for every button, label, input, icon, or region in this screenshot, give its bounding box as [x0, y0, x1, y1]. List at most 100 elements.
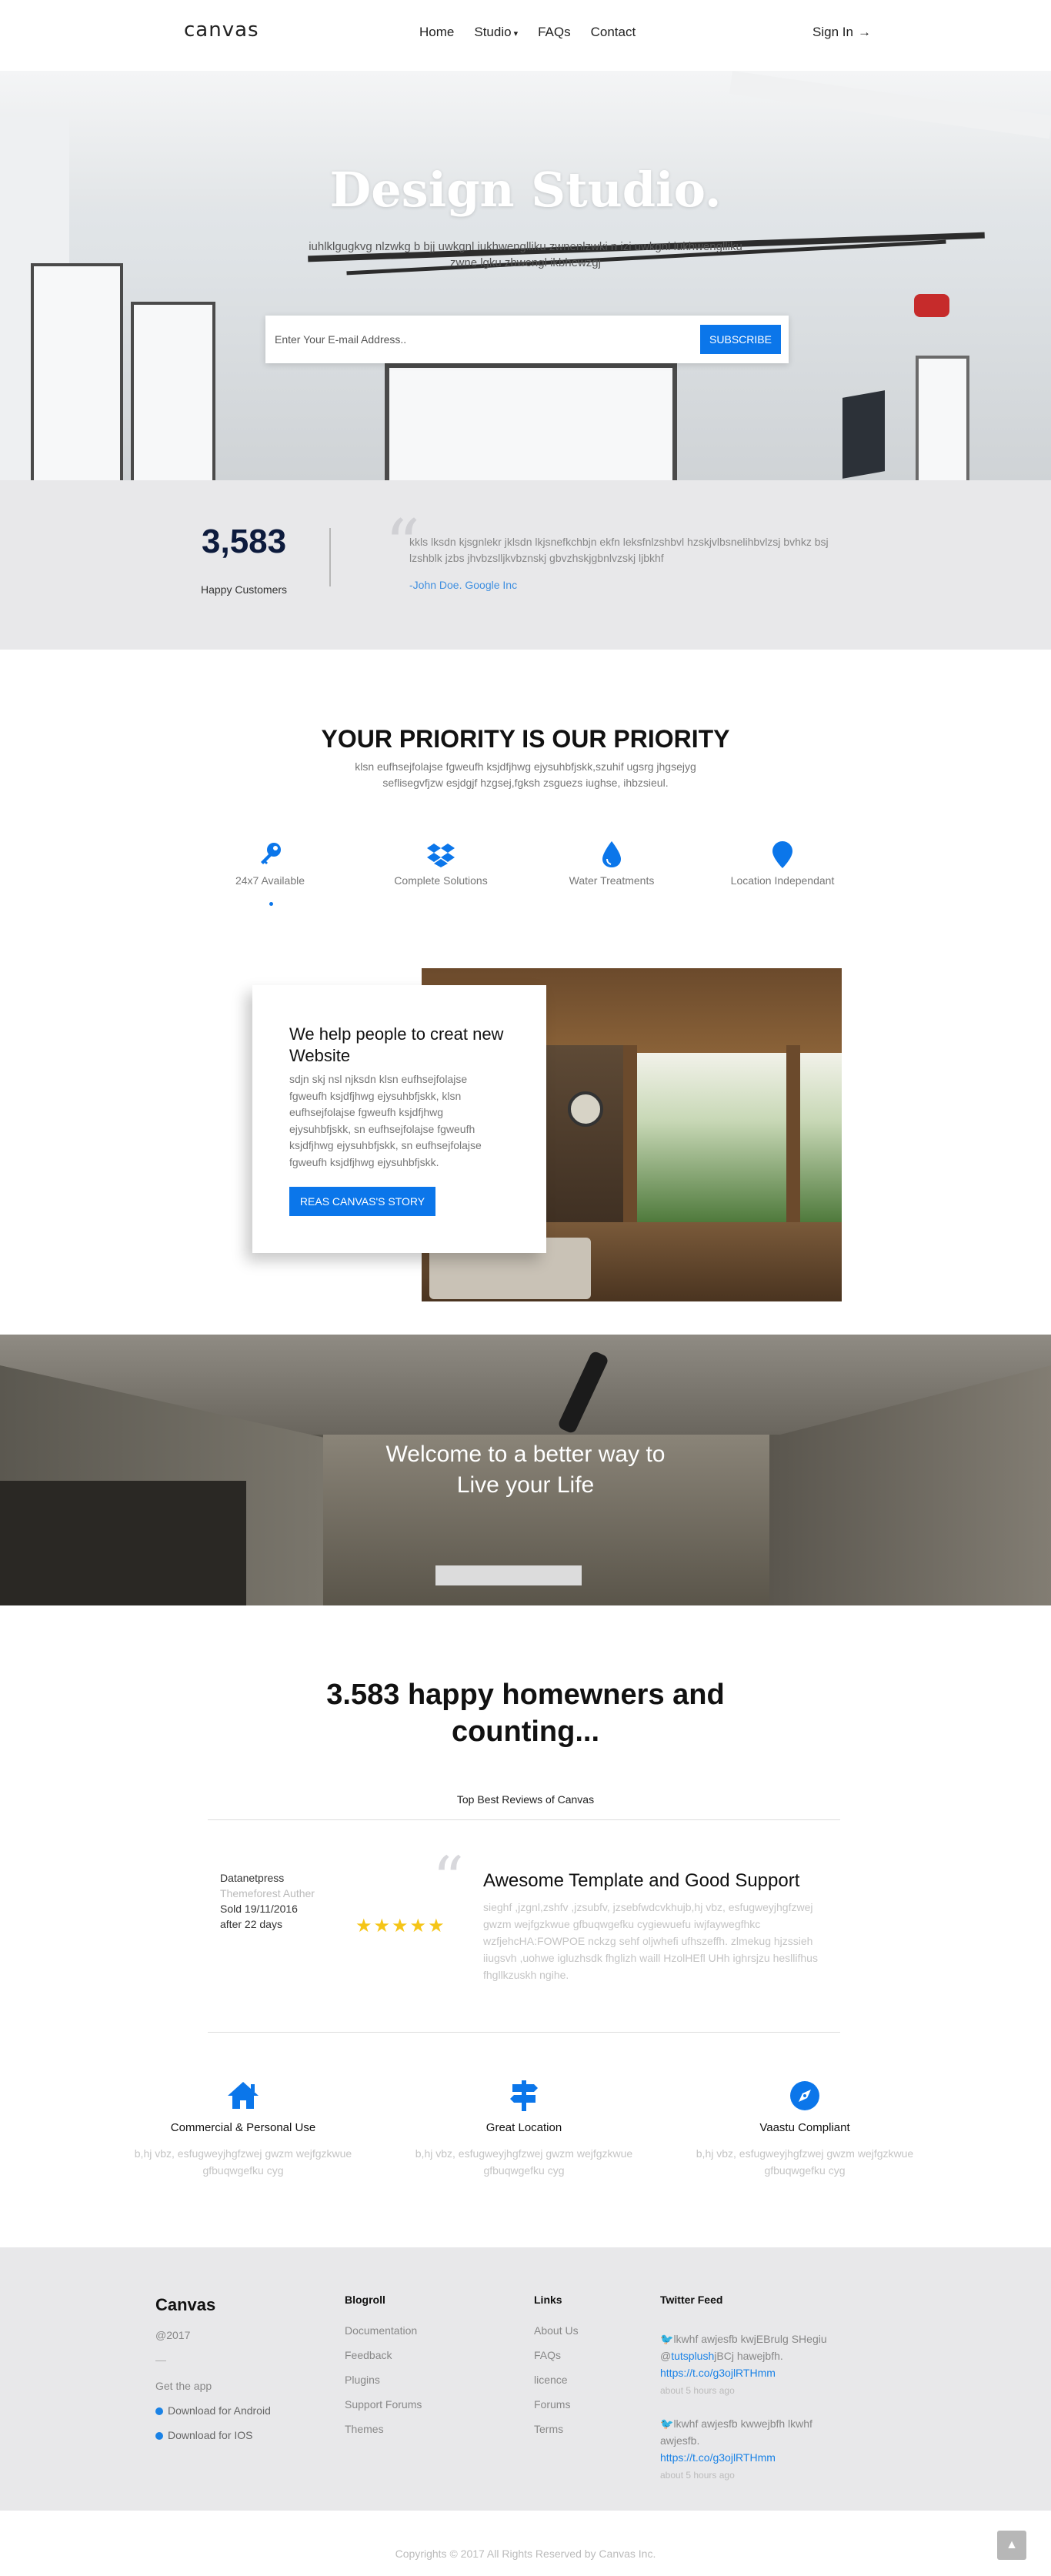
footer-year: @2017 — [155, 2329, 191, 2341]
feature-location-independant[interactable]: Location Independant — [709, 839, 856, 887]
homeowners-title-line-2: counting... — [451, 1716, 600, 1748]
photo-garden — [629, 1053, 842, 1222]
hero-window — [31, 263, 123, 480]
download-android-label: Download for Android — [168, 2404, 271, 2417]
download-ios-label: Download for IOS — [168, 2429, 253, 2441]
links-item[interactable]: FAQs — [534, 2349, 579, 2374]
nav-link-home[interactable]: Home — [419, 25, 454, 40]
stats-section: 3,583 Happy Customers “ kkls lksdn kjsgn… — [0, 480, 1051, 650]
blogroll-item[interactable]: Documentation — [345, 2324, 422, 2349]
footer: Canvas @2017 — Get the app Download for … — [0, 2247, 1051, 2511]
download-ios-link[interactable]: Download for IOS — [155, 2429, 253, 2441]
links-title: Links — [534, 2294, 562, 2306]
about-card: We help people to creat new Website sdjn… — [252, 985, 546, 1253]
tweet-handle[interactable]: tutsplush — [671, 2350, 714, 2362]
homeowners-title-line-1: 3.583 happy homewners and — [326, 1679, 725, 1711]
review-after: after 22 days — [220, 1918, 282, 1930]
nav-link-studio[interactable]: Studio ▾ — [474, 25, 518, 40]
email-field[interactable] — [275, 326, 690, 352]
about-body: sdjn skj nsl njksdn klsn eufhsejfolajse … — [289, 1073, 482, 1168]
read-story-button[interactable]: REAS CANVAS'S STORY — [289, 1187, 435, 1216]
blogroll-list: Documentation Feedback Plugins Support F… — [345, 2324, 422, 2447]
top-navbar: canvas Home Studio ▾ FAQs Contact Sign In… — [0, 0, 1051, 71]
blogroll-item[interactable]: Feedback — [345, 2349, 422, 2374]
chevron-down-icon: ▾ — [513, 29, 519, 38]
service-text: b,hj vbz, esfugweyjhgfzwej gwzm wejfgzkw… — [415, 2147, 633, 2177]
subscribe-form: SUBSCRIBE — [265, 316, 789, 363]
divider — [208, 1819, 840, 1820]
star-rating: ★★★★★ — [355, 1916, 446, 1936]
key-icon — [255, 839, 285, 870]
feature-label: 24x7 Available — [235, 874, 305, 887]
tweet-link[interactable]: https://t.co/g3ojlRTHmm — [660, 2451, 776, 2464]
blogroll-item[interactable]: Themes — [345, 2423, 422, 2447]
nav-link-contact[interactable]: Contact — [591, 25, 636, 40]
welcome-heading: Welcome to a better way to Live your Lif… — [0, 1439, 1051, 1501]
service-location: Great Location b,hj vbz, esfugweyjhgfzwe… — [385, 2078, 662, 2179]
hero-window — [916, 356, 969, 480]
feature-indicator-dot — [269, 902, 273, 906]
download-android-link[interactable]: Download for Android — [155, 2404, 271, 2417]
hero-monitor — [842, 390, 885, 479]
tweet-text: lkwhf awjesfb kwwejbfh lkwhf awjesfb. — [660, 2417, 812, 2447]
blogroll-title: Blogroll — [345, 2294, 385, 2306]
testimonial-author[interactable]: -John Doe. Google Inc — [409, 579, 517, 591]
reviews-label: Top Best Reviews of Canvas — [456, 1793, 595, 1806]
links-list: About Us FAQs licence Forums Terms — [534, 2324, 579, 2447]
feature-complete-solutions[interactable]: Complete Solutions — [368, 839, 514, 887]
banner-ac-unit — [435, 1565, 582, 1585]
about-heading: We help people to creat new Website — [289, 1024, 504, 1065]
tweet-rest: jBCj hawejbfh. — [714, 2350, 783, 2362]
blogroll-item[interactable]: Plugins — [345, 2374, 422, 2398]
welcome-line-1: Welcome to a better way to — [385, 1442, 666, 1467]
clock-icon — [568, 1091, 603, 1127]
feature-label: Complete Solutions — [394, 874, 488, 887]
service-title: Great Location — [485, 2121, 562, 2134]
review-title: Awesome Template and Good Support — [483, 1870, 800, 1891]
tweet-time: about 5 hours ago — [660, 2385, 735, 2396]
service-vaastu: Vaastu Compliant b,hj vbz, esfugweyjhgfz… — [666, 2078, 943, 2179]
quote-icon: “ — [432, 1843, 464, 1915]
chevron-up-icon: ▲ — [1006, 2538, 1018, 2551]
subscribe-button[interactable]: SUBSCRIBE — [700, 325, 781, 354]
tweet: 🐦lkwhf awjesfb kwwejbfh lkwhf awjesfb. h… — [660, 2415, 845, 2484]
signpost-icon — [506, 2078, 542, 2113]
back-to-top-button[interactable]: ▲ — [997, 2531, 1026, 2560]
tweet-time: about 5 hours ago — [660, 2470, 735, 2481]
links-item[interactable]: licence — [534, 2374, 579, 2398]
nav-link-faqs[interactable]: FAQs — [538, 25, 571, 40]
feature-24x7[interactable]: 24x7 Available — [197, 839, 343, 887]
android-icon — [155, 2407, 163, 2415]
compass-icon — [787, 2078, 822, 2113]
reviewer-role: Themeforest Auther — [220, 1887, 315, 1899]
brand-logo[interactable]: canvas — [184, 18, 259, 42]
copyright: Copyrights © 2017 All Rights Reserved by… — [395, 2548, 656, 2560]
hero-section: Design Studio. iuhlklgugkvg nlzwkg b bjj… — [0, 71, 1051, 480]
apple-icon — [155, 2432, 163, 2440]
home-icon — [225, 2078, 261, 2113]
arrow-right-icon: → — [857, 25, 871, 39]
footer-brand: Canvas — [155, 2295, 216, 2314]
priority-title: YOUR PRIORITY IS OUR PRIORITY — [321, 725, 730, 753]
blogroll-item[interactable]: Support Forums — [345, 2398, 422, 2423]
reviewer-name: Datanetpress — [220, 1872, 285, 1884]
links-item[interactable]: Forums — [534, 2398, 579, 2423]
tweet-link[interactable]: https://t.co/g3ojlRTHmm — [660, 2367, 776, 2379]
links-item[interactable]: About Us — [534, 2324, 579, 2349]
sign-in-link[interactable]: Sign In → — [812, 25, 871, 40]
review-sold-date: Sold 19/11/2016 — [220, 1903, 298, 1915]
twitter-feed-title: Twitter Feed — [660, 2294, 723, 2306]
homeowners-title: 3.583 happy homewners and counting... — [0, 1676, 1051, 1750]
feature-water-treatments[interactable]: Water Treatments — [539, 839, 685, 887]
nav-link-studio-label: Studio — [474, 25, 512, 39]
review-meta: Datanetpress Themeforest Auther Sold 19/… — [220, 1870, 315, 1932]
hero-subtitle: iuhlklgugkvg nlzwkg b bjj uwkgnl iukhwen… — [309, 240, 742, 269]
links-item[interactable]: Terms — [534, 2423, 579, 2447]
service-text: b,hj vbz, esfugweyjhgfzwej gwzm wejfgzkw… — [134, 2147, 352, 2177]
hero-window — [131, 302, 215, 480]
hero-title: Design Studio. — [329, 162, 722, 218]
happy-customers-label: Happy Customers — [201, 583, 288, 596]
happy-customers-count: 3,583 — [202, 523, 287, 560]
service-text: b,hj vbz, esfugweyjhgfzwej gwzm wejfgzkw… — [696, 2147, 914, 2177]
water-drop-icon — [596, 839, 627, 870]
